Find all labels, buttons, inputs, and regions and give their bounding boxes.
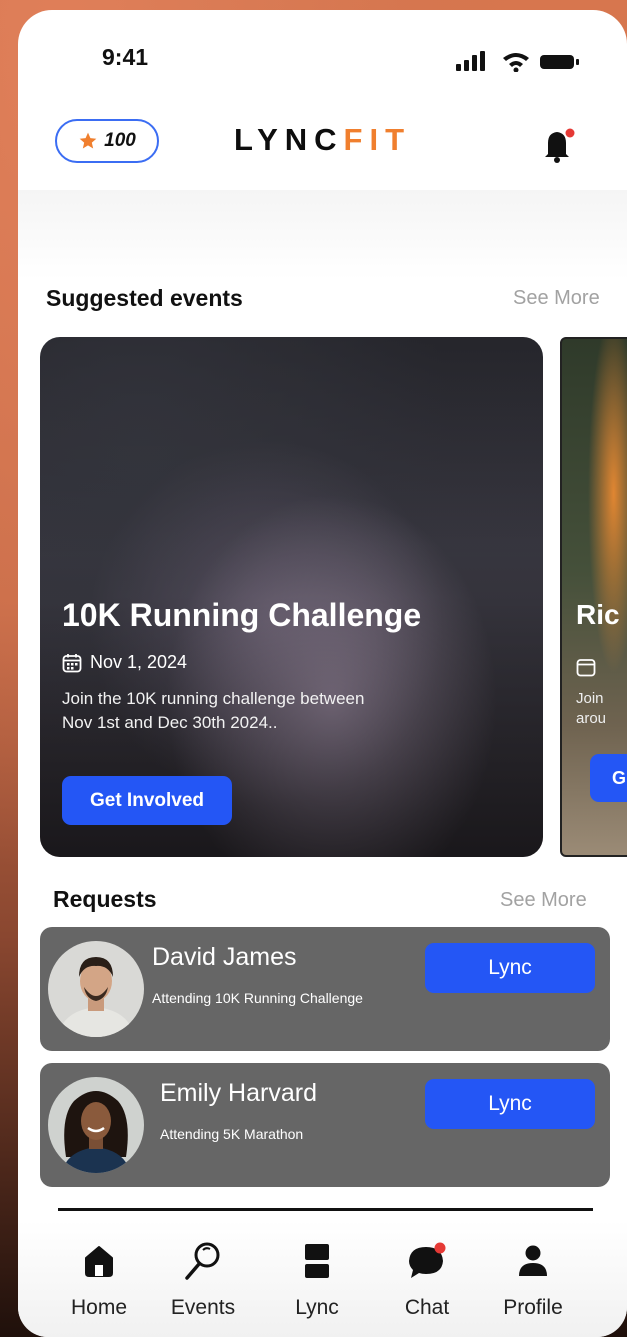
avatar[interactable] (48, 1077, 144, 1173)
request-subtitle: Attending 10K Running Challenge (152, 990, 363, 1006)
suggested-see-more-link[interactable]: See More (513, 287, 600, 310)
nav-label: Events (170, 1296, 236, 1319)
search-icon (185, 1242, 220, 1280)
bottom-nav: Home Events Lync Chat Profile (18, 1220, 627, 1337)
event-description-partial: Join arou (576, 690, 607, 727)
nav-label: Chat (404, 1296, 450, 1319)
event-card[interactable]: 10K Running Challenge Nov 1, 2024 Join t… (40, 337, 543, 857)
bell-icon[interactable] (542, 126, 576, 164)
nav-item-events[interactable]: Events (158, 1220, 248, 1337)
request-subtitle: Attending 5K Marathon (160, 1126, 304, 1142)
status-time: 9:41 (102, 44, 149, 70)
requests-see-more-link[interactable]: See More (500, 889, 587, 912)
wifi-icon (503, 53, 529, 72)
event-title: 10K Running Challenge (62, 597, 422, 633)
divider (58, 1208, 593, 1211)
logo-text-accent: FIT (343, 122, 412, 157)
nav-label: Profile (503, 1296, 563, 1319)
status-icons (456, 51, 579, 72)
phone-screen: 9:41 100 LYNCFIT Suggested events See Mo… (18, 10, 627, 1337)
nav-label: Home (70, 1296, 128, 1319)
points-badge[interactable]: 100 (55, 119, 159, 163)
event-date: Nov 1, 2024 (62, 652, 187, 673)
event-description: Join the 10K running challenge between N… (62, 689, 365, 732)
avatar[interactable] (48, 941, 144, 1037)
notification-dot (565, 128, 575, 138)
profile-icon (519, 1245, 547, 1276)
lync-button[interactable]: Lync (425, 943, 595, 993)
nav-label: Lync (295, 1296, 339, 1319)
get-involved-button-partial[interactable]: G (590, 754, 627, 802)
chat-icon (409, 1242, 446, 1278)
suggested-events-title: Suggested events (46, 285, 243, 311)
nav-item-chat[interactable]: Chat (382, 1220, 472, 1337)
points-value: 100 (104, 130, 136, 151)
header-background (18, 190, 627, 280)
event-title-partial: Ric (576, 599, 620, 630)
nav-item-profile[interactable]: Profile (488, 1220, 578, 1337)
request-card[interactable]: David James Attending 10K Running Challe… (40, 927, 610, 1051)
nav-item-lync[interactable]: Lync (272, 1220, 362, 1337)
requests-title: Requests (53, 886, 157, 912)
app-logo: LYNCFIT (234, 122, 411, 158)
lync-button[interactable]: Lync (425, 1079, 595, 1129)
event-date-text: Nov 1, 2024 (90, 652, 188, 672)
chat-notification-dot (434, 1242, 446, 1254)
get-involved-button[interactable]: Get Involved (62, 776, 232, 825)
lync-icon (305, 1244, 329, 1278)
nav-item-home[interactable]: Home (54, 1220, 144, 1337)
signal-icon (456, 51, 485, 71)
request-name: Emily Harvard (160, 1079, 317, 1107)
event-card-partial[interactable]: Ric Join arou G (560, 337, 627, 857)
home-icon (85, 1246, 113, 1277)
logo-text-dark: LYNC (234, 122, 344, 157)
calendar-icon (576, 659, 596, 677)
calendar-icon (62, 653, 82, 672)
request-card[interactable]: Emily Harvard Attending 5K Marathon Lync (40, 1063, 610, 1187)
star-icon (79, 132, 97, 149)
request-name: David James (152, 943, 297, 971)
battery-icon (540, 55, 579, 69)
